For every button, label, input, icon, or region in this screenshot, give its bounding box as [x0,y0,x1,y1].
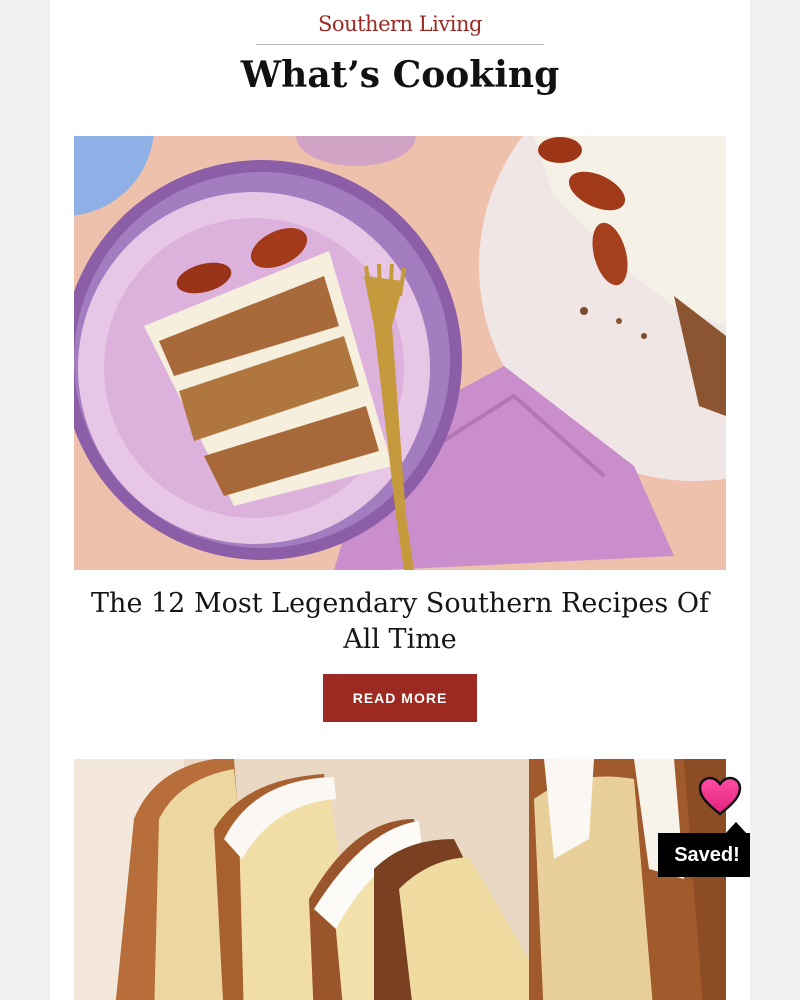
article-image-pound-cake[interactable] [74,759,726,1000]
article-title[interactable]: The 12 Most Legendary Southern Recipes O… [90,586,710,658]
section-title: What’s Cooking [240,54,560,96]
heart-icon[interactable] [698,776,742,818]
email-container: Southern Living What’s Cooking The 12 Mo… [50,0,750,1000]
pound-cake-illustration [74,759,726,1000]
article-image-cake-slice[interactable] [74,136,726,570]
cake-slice-illustration [74,136,726,570]
read-more-button[interactable]: READ MORE [323,674,477,722]
brand-logo[interactable]: Southern Living [50,12,750,36]
saved-badge: Saved! [658,833,750,877]
header-divider [256,44,544,45]
